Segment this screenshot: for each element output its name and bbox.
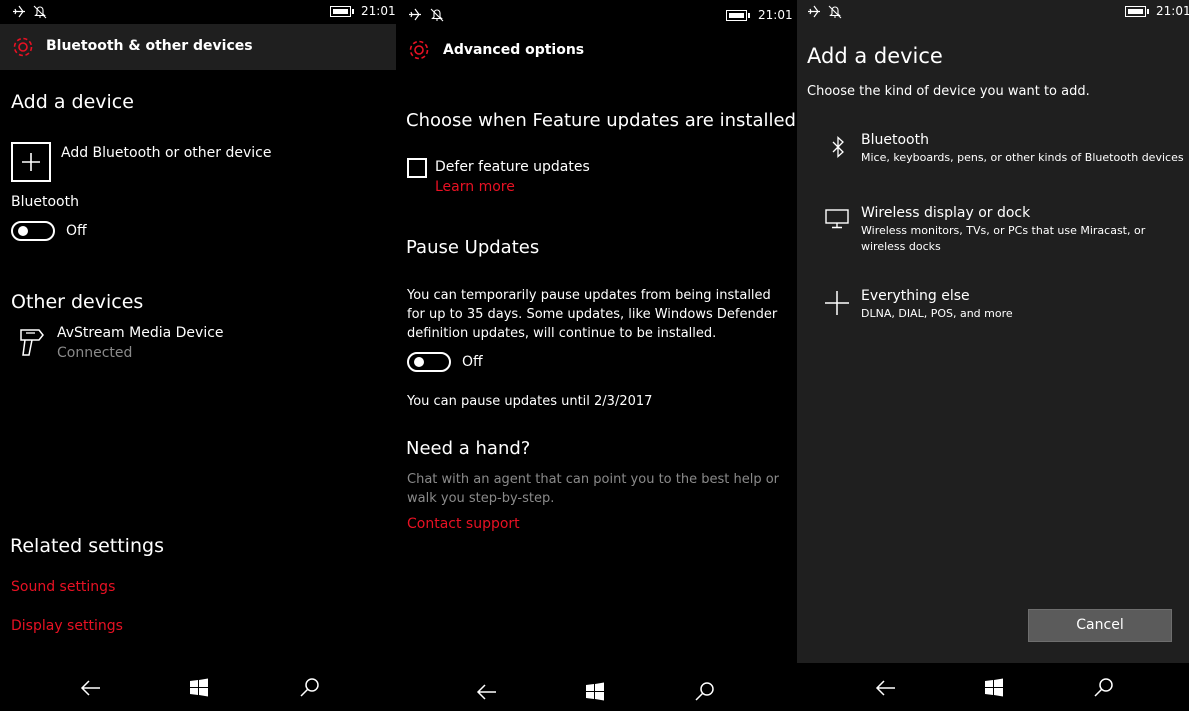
pause-toggle-state: Off xyxy=(462,354,483,370)
bluetooth-label: Bluetooth xyxy=(11,194,79,210)
help-description-line: walk you step-by-step. xyxy=(407,491,555,506)
status-time: 21:01 xyxy=(1156,4,1189,18)
display-settings-link[interactable]: Display settings xyxy=(11,618,123,634)
status-time: 21:01 xyxy=(361,4,396,18)
status-bar: 21:01 xyxy=(797,0,1189,24)
option-title: Bluetooth xyxy=(861,132,929,148)
title-bar: Bluetooth & other devices xyxy=(0,24,396,70)
help-heading: Need a hand? xyxy=(406,438,531,459)
navigation-bar xyxy=(396,663,797,711)
gear-icon xyxy=(409,40,429,60)
search-icon[interactable] xyxy=(692,679,718,705)
title-bar: Advanced options xyxy=(396,28,797,72)
plus-icon xyxy=(825,291,849,315)
related-settings-heading: Related settings xyxy=(10,535,164,557)
pause-until-text: You can pause updates until 2/3/2017 xyxy=(407,394,653,409)
pause-description-line: You can temporarily pause updates from b… xyxy=(407,288,771,303)
option-description: Wireless monitors, TVs, or PCs that use … xyxy=(861,224,1146,237)
airplane-mode-icon xyxy=(409,8,421,21)
advanced-options-screen: 21:01 Advanced options Choose when Featu… xyxy=(396,0,797,711)
pause-description-line: definition updates, will continue to be … xyxy=(407,326,717,341)
status-time: 21:01 xyxy=(758,8,793,22)
pause-updates-toggle[interactable] xyxy=(407,352,451,372)
airplane-mode-icon xyxy=(808,5,820,18)
feature-updates-heading: Choose when Feature updates are installe… xyxy=(406,110,796,131)
quiet-hours-icon xyxy=(828,5,842,19)
add-device-label: Add Bluetooth or other device xyxy=(61,145,272,161)
bluetooth-settings-screen: 21:01 Bluetooth & other devices Add a de… xyxy=(0,0,396,711)
contact-support-link[interactable]: Contact support xyxy=(407,516,520,532)
search-icon[interactable] xyxy=(1091,675,1117,701)
bluetooth-icon xyxy=(832,136,844,158)
add-device-dialog-screen: 21:01 Add a device Choose the kind of de… xyxy=(797,0,1189,711)
windows-start-icon[interactable] xyxy=(981,675,1007,701)
defer-checkbox-label: Defer feature updates xyxy=(435,159,590,175)
navigation-bar xyxy=(0,663,396,711)
airplane-mode-icon xyxy=(13,5,25,18)
quiet-hours-icon xyxy=(430,8,444,22)
battery-icon xyxy=(726,10,750,21)
sound-settings-link[interactable]: Sound settings xyxy=(11,579,115,595)
back-icon[interactable] xyxy=(78,675,104,701)
device-name: AvStream Media Device xyxy=(57,325,224,341)
option-description: wireless docks xyxy=(861,240,941,253)
bluetooth-toggle-state: Off xyxy=(66,223,87,239)
windows-start-icon[interactable] xyxy=(582,679,608,705)
option-title: Everything else xyxy=(861,288,970,304)
media-device-icon xyxy=(20,329,44,356)
gear-icon xyxy=(13,37,33,57)
back-icon[interactable] xyxy=(474,679,500,705)
pause-updates-heading: Pause Updates xyxy=(406,237,540,258)
battery-icon xyxy=(1125,6,1149,17)
dialog-heading: Add a device xyxy=(807,44,943,68)
battery-icon xyxy=(330,6,354,17)
monitor-icon xyxy=(825,209,849,229)
cancel-button[interactable]: Cancel xyxy=(1028,609,1172,642)
checkbox-box xyxy=(407,158,427,178)
help-description-line: Chat with an agent that can point you to… xyxy=(407,472,780,487)
learn-more-link[interactable]: Learn more xyxy=(435,179,515,195)
plus-icon xyxy=(11,142,51,182)
option-description: Mice, keyboards, pens, or other kinds of… xyxy=(861,151,1184,164)
back-icon[interactable] xyxy=(873,675,899,701)
option-title: Wireless display or dock xyxy=(861,205,1031,221)
pause-description-line: for up to 35 days. Some updates, like Wi… xyxy=(407,307,778,322)
status-bar: 21:01 xyxy=(396,0,797,24)
quiet-hours-icon xyxy=(33,5,47,19)
dialog-subheading: Choose the kind of device you want to ad… xyxy=(807,84,1090,99)
bluetooth-toggle[interactable] xyxy=(11,221,55,241)
option-description: DLNA, DIAL, POS, and more xyxy=(861,307,1013,320)
add-device-heading: Add a device xyxy=(11,91,134,113)
page-title: Bluetooth & other devices xyxy=(46,38,253,54)
page-title: Advanced options xyxy=(443,42,585,58)
search-icon[interactable] xyxy=(297,675,323,701)
device-status: Connected xyxy=(57,345,133,361)
windows-start-icon[interactable] xyxy=(186,675,212,701)
status-bar: 21:01 xyxy=(0,0,396,24)
other-devices-heading: Other devices xyxy=(11,291,144,313)
navigation-bar xyxy=(797,663,1189,711)
